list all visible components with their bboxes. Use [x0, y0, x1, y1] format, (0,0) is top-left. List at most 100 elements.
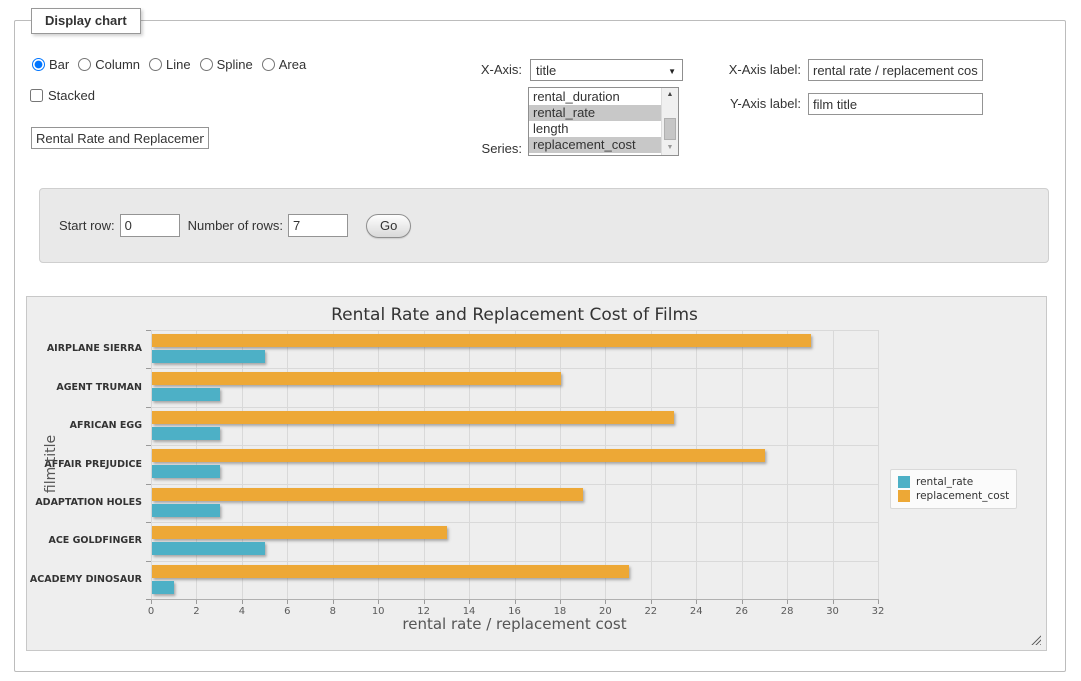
gridline-vertical	[651, 330, 652, 599]
chart-type-option-line[interactable]: Line	[149, 57, 191, 72]
gridline-horizontal	[151, 484, 878, 485]
num-rows-input[interactable]	[288, 214, 348, 237]
series-option-rental_duration[interactable]: rental_duration	[529, 89, 661, 105]
chart-type-label: Spline	[217, 57, 253, 72]
chart-container: Rental Rate and Replacement Cost of Film…	[26, 296, 1047, 651]
legend-item-replacement_cost[interactable]: replacement_cost	[898, 490, 1009, 502]
gridline-horizontal	[151, 368, 878, 369]
display-chart-panel: Display chart BarColumnLineSplineArea St…	[14, 20, 1066, 672]
gridline-vertical	[787, 330, 788, 599]
gridline-horizontal	[151, 330, 878, 331]
y-axis-tick	[146, 522, 151, 523]
legend-label: replacement_cost	[916, 490, 1009, 502]
bar-replacement_cost	[152, 526, 447, 539]
bar-rental_rate	[152, 350, 265, 363]
category-label: ACE GOLDFINGER	[27, 535, 142, 546]
gridline-horizontal	[151, 561, 878, 562]
series-option-replacement_cost[interactable]: replacement_cost	[529, 137, 661, 153]
y-axis-tick	[146, 368, 151, 369]
chart-type-label: Column	[95, 57, 140, 72]
gridline-vertical	[378, 330, 379, 599]
bar-rental_rate	[152, 427, 220, 440]
bar-replacement_cost	[152, 334, 811, 347]
legend-label: rental_rate	[916, 476, 973, 488]
series-option-length[interactable]: length	[529, 121, 661, 137]
x-axis-line	[151, 599, 879, 600]
gridline-vertical	[605, 330, 606, 599]
bar-rental_rate	[152, 504, 220, 517]
rows-form: Start row: Number of rows: Go	[39, 188, 1049, 263]
y-axis-tick	[146, 330, 151, 331]
stacked-checkbox[interactable]	[30, 89, 43, 102]
category-label: ADAPTATION HOLES	[27, 497, 142, 508]
y-axis-tick	[146, 561, 151, 562]
bar-replacement_cost	[152, 449, 765, 462]
y-axis-tick	[146, 484, 151, 485]
series-options: rental_durationrental_ratelengthreplacem…	[529, 88, 661, 155]
y-axis-title: film title	[43, 435, 59, 493]
chart-type-label: Area	[279, 57, 306, 72]
gridline-horizontal	[151, 522, 878, 523]
chart-type-radios: Bar Column Line Spline Area	[32, 57, 306, 72]
x-axis-title: rental rate / replacement cost	[151, 615, 878, 633]
go-button[interactable]: Go	[366, 214, 411, 238]
panel-title: Display chart	[31, 8, 141, 34]
chart-type-radio-spline[interactable]	[200, 58, 213, 71]
chart-type-option-spline[interactable]: Spline	[200, 57, 253, 72]
chart-title-input[interactable]	[31, 127, 209, 149]
gridline-vertical	[742, 330, 743, 599]
resize-grip-icon[interactable]	[1031, 635, 1041, 645]
series-scrollbar[interactable]: ▲ ▼	[661, 88, 678, 155]
chart-type-radio-bar[interactable]	[32, 58, 45, 71]
chart-type-option-bar[interactable]: Bar	[32, 57, 69, 72]
category-label: ACADEMY DINOSAUR	[27, 574, 142, 585]
bar-replacement_cost	[152, 565, 629, 578]
chart-type-radio-column[interactable]	[78, 58, 91, 71]
bar-rental_rate	[152, 465, 220, 478]
legend-item-rental_rate[interactable]: rental_rate	[898, 476, 1009, 488]
legend-swatch-rental_rate	[898, 476, 910, 488]
gridline-horizontal	[151, 445, 878, 446]
series-select-label: Series:	[482, 141, 522, 156]
bar-rental_rate	[152, 388, 220, 401]
bar-rental_rate	[152, 542, 265, 555]
legend-swatch-replacement_cost	[898, 490, 910, 502]
x-axis-select[interactable]: title ▼	[530, 59, 683, 81]
series-option-rental_rate[interactable]: rental_rate	[529, 105, 661, 121]
scrollbar-thumb[interactable]	[664, 118, 676, 140]
gridline-horizontal	[151, 407, 878, 408]
gridline-vertical	[469, 330, 470, 599]
gridline-vertical	[515, 330, 516, 599]
y-axis-tick	[146, 445, 151, 446]
stacked-checkbox-row[interactable]: Stacked	[30, 88, 95, 103]
x-axis-selected-value: title	[536, 63, 556, 78]
chart-type-radio-line[interactable]	[149, 58, 162, 71]
chart-type-label: Line	[166, 57, 191, 72]
x-axis-label-input[interactable]	[808, 59, 983, 81]
gridline-vertical	[696, 330, 697, 599]
series-listbox[interactable]: rental_durationrental_ratelengthreplacem…	[528, 87, 679, 156]
chart-type-radio-area[interactable]	[262, 58, 275, 71]
start-row-input[interactable]	[120, 214, 180, 237]
bar-replacement_cost	[152, 411, 674, 424]
start-row-label: Start row:	[59, 218, 115, 233]
gridline-vertical	[833, 330, 834, 599]
chart-type-option-area[interactable]: Area	[262, 57, 306, 72]
scroll-down-icon[interactable]: ▼	[662, 141, 678, 155]
gridline-vertical	[242, 330, 243, 599]
y-axis-label-field-label: Y-Axis label:	[730, 96, 801, 111]
chart-type-option-column[interactable]: Column	[78, 57, 140, 72]
page: { "window": { "title": "Display chart" }…	[0, 0, 1081, 681]
chart-type-label: Bar	[49, 57, 69, 72]
gridline-vertical	[287, 330, 288, 599]
y-axis-label-input[interactable]	[808, 93, 983, 115]
gridline-vertical	[878, 330, 879, 599]
bar-rental_rate	[152, 581, 174, 594]
chart-title: Rental Rate and Replacement Cost of Film…	[151, 305, 878, 325]
gridline-vertical	[424, 330, 425, 599]
x-axis-label-field-label: X-Axis label:	[729, 62, 801, 77]
category-label: AFRICAN EGG	[27, 420, 142, 431]
scroll-up-icon[interactable]: ▲	[662, 88, 678, 102]
chart-legend: rental_rate replacement_cost	[890, 469, 1017, 509]
category-label: AGENT TRUMAN	[27, 382, 142, 393]
